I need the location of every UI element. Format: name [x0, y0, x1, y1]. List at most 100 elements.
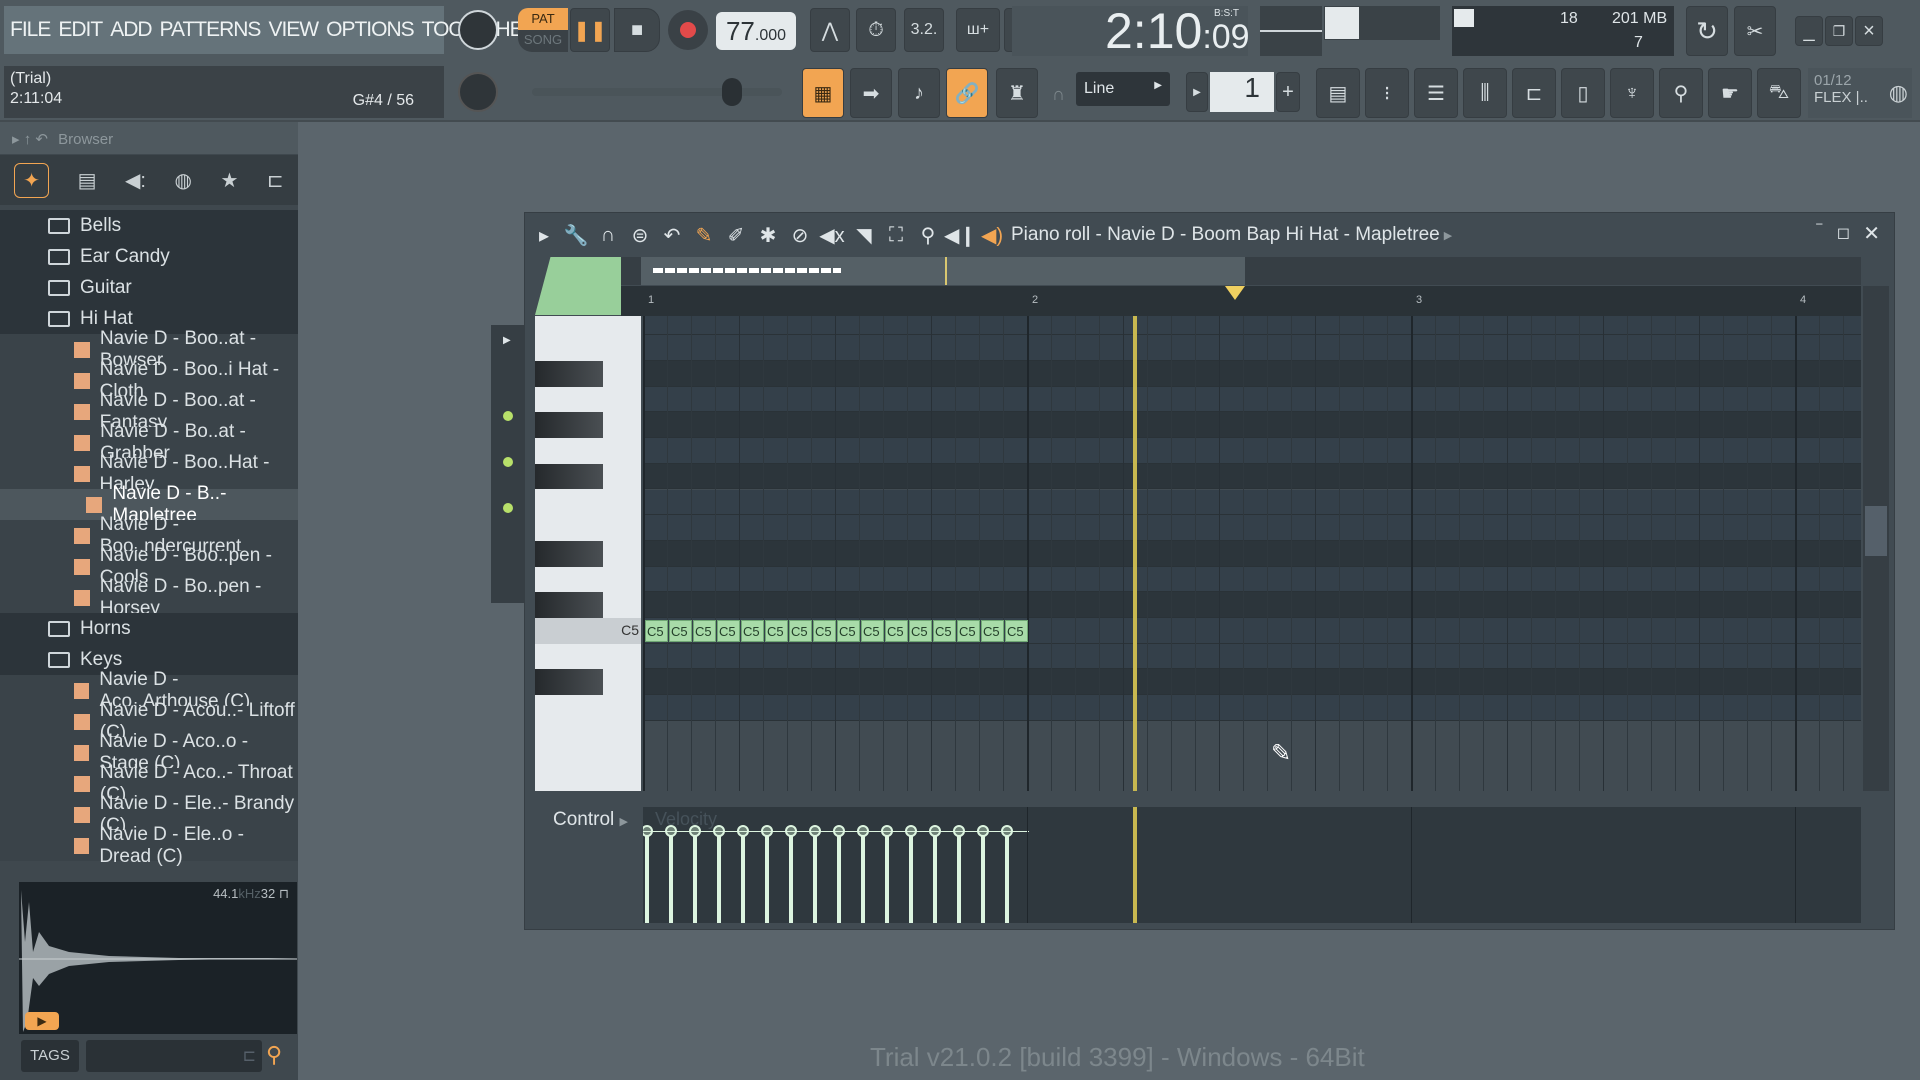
pat-song-toggle[interactable]: PAT SONG — [518, 8, 568, 52]
search-icon[interactable]: ⚲ — [266, 1042, 282, 1068]
tags-button[interactable]: TAGS — [21, 1040, 79, 1072]
time-ruler[interactable]: 1 2 3 4 — [621, 286, 1861, 316]
overview-scrollbar[interactable] — [621, 257, 1861, 285]
help-lamp-button[interactable]: ⚲ — [1659, 68, 1703, 118]
favorites-tab-icon[interactable]: ★ — [220, 168, 238, 193]
note[interactable]: C5 — [981, 620, 1004, 642]
song-mode[interactable]: SONG — [518, 30, 568, 50]
typing-keyboard-button[interactable]: ♪ — [898, 68, 940, 118]
plugin-picker-button[interactable]: ⊏ — [1512, 68, 1556, 118]
step-sequencer-button[interactable]: ➡ — [850, 68, 892, 118]
plugin-database-button[interactable]: ♆ — [1610, 68, 1654, 118]
playback-icon[interactable]: ◀❙ — [944, 222, 976, 248]
menu-add[interactable]: ADD — [110, 18, 152, 42]
velocity-bar[interactable] — [789, 832, 793, 923]
piano-keyboard[interactable]: C5 — [535, 316, 641, 791]
online-tab-icon[interactable]: ◍ — [174, 168, 191, 193]
slider-thumb[interactable] — [722, 78, 742, 106]
link-button[interactable]: 🔗 — [946, 68, 988, 118]
velocity-bar[interactable] — [669, 832, 673, 923]
velocity-bar[interactable] — [741, 832, 745, 923]
pattern-prev-button[interactable]: ▶ — [1186, 72, 1208, 112]
sample-preview[interactable]: 44.1kHz32 ⊓ ▶ — [19, 882, 297, 1034]
cart-button[interactable]: ⛍ — [1757, 68, 1801, 118]
scroll-thumb[interactable] — [1865, 506, 1887, 556]
news-panel[interactable]: 01/12 FLEX |.. ◍ — [1808, 68, 1912, 118]
event-editor-label[interactable]: Control ▶ — [553, 809, 628, 831]
pattern-selector[interactable]: 1 — [1210, 72, 1274, 112]
pr-minimize-button[interactable]: ‾ — [1817, 223, 1822, 241]
master-pitch-knob[interactable] — [458, 72, 498, 112]
add-pattern-button[interactable]: + — [1276, 72, 1300, 112]
blend-notes-button[interactable]: ♜ — [996, 68, 1038, 118]
playhead-marker[interactable] — [1225, 286, 1245, 300]
undo-icon[interactable]: ↶ — [659, 222, 685, 248]
note[interactable]: C5 — [861, 620, 884, 642]
black-key[interactable] — [535, 540, 603, 567]
browser-folder[interactable]: Guitar — [0, 272, 298, 303]
menu-file[interactable]: FILE — [10, 18, 51, 42]
mute-tool-icon[interactable]: ⊘ — [787, 222, 813, 248]
black-key[interactable] — [535, 361, 603, 387]
zoom-icon[interactable]: ⚲ — [915, 222, 941, 248]
options-arrow-icon[interactable]: ▸ — [531, 222, 557, 248]
browser-sample[interactable]: Navie D - Bo..pen - Horsey — [0, 576, 298, 619]
all-tab-icon[interactable]: ✦ — [14, 162, 50, 198]
key-c5[interactable]: C5 — [535, 618, 641, 644]
browser-folder[interactable]: Bells — [0, 210, 298, 241]
metronome-button[interactable]: ⋀ — [810, 8, 850, 52]
slip-icon[interactable]: ◀x — [819, 222, 845, 248]
note[interactable]: C5 — [909, 620, 932, 642]
velocity-editor[interactable]: Velocity — [643, 807, 1861, 923]
pencil-icon[interactable]: ✎ — [691, 222, 717, 248]
velocity-bar[interactable] — [933, 832, 937, 923]
cut-tool-button[interactable]: ✂ — [1734, 6, 1776, 56]
files-tab-icon[interactable]: ▤ — [78, 168, 97, 193]
master-pitch-slider[interactable] — [532, 78, 782, 106]
black-key[interactable] — [535, 412, 603, 439]
pr-close-button[interactable]: ✕ — [1863, 221, 1880, 246]
playlist-button[interactable]: ▤ — [1316, 68, 1360, 118]
note-grid[interactable]: C5 C5 C5 C5 C5 C5 C5 C5 C5 C5 C5 C5 C5 C5 C5 C5 ✎ — [643, 316, 1861, 791]
mixer-list-button[interactable]: ☰ — [1414, 68, 1458, 118]
velocity-bar[interactable] — [717, 832, 721, 923]
note[interactable]: C5 — [885, 620, 908, 642]
pause-button[interactable]: ❚❚ — [570, 8, 610, 52]
countdown-button[interactable]: 3.2. — [904, 8, 944, 52]
close-button[interactable]: × — [1855, 16, 1883, 46]
stop-button[interactable]: ■ — [614, 8, 660, 52]
velocity-bar[interactable] — [861, 832, 865, 923]
select-icon[interactable]: ⛶ — [883, 222, 909, 248]
menu-edit[interactable]: EDIT — [58, 18, 103, 42]
record-button[interactable] — [668, 10, 708, 50]
pat-mode[interactable]: PAT — [518, 8, 568, 30]
snap-select[interactable]: Line ▶ — [1076, 72, 1170, 106]
note[interactable]: C5 — [813, 620, 836, 642]
browser-folder[interactable]: Horns — [0, 613, 298, 644]
note[interactable]: C5 — [645, 620, 668, 642]
wrench-icon[interactable]: 🔧 — [563, 222, 589, 248]
plugins-tab-icon[interactable]: ◀: — [125, 168, 146, 193]
note[interactable]: C5 — [789, 620, 812, 642]
velocity-bar[interactable] — [765, 832, 769, 923]
piano-roll-button[interactable]: ▦ — [802, 68, 844, 118]
note[interactable]: C5 — [933, 620, 956, 642]
velocity-bar[interactable] — [813, 832, 817, 923]
magnet-icon[interactable]: ∩ — [595, 222, 621, 248]
velocity-bar[interactable] — [837, 832, 841, 923]
note[interactable]: C5 — [693, 620, 716, 642]
step-edit-button[interactable]: ш+ — [956, 8, 1000, 52]
title-arrow-icon[interactable]: ▶ — [1444, 229, 1452, 242]
master-volume-knob[interactable] — [458, 10, 498, 50]
black-key[interactable] — [535, 592, 603, 618]
play-preview-button[interactable]: ▶ — [25, 1012, 59, 1030]
pr-maximize-button[interactable]: ◻ — [1837, 223, 1850, 243]
piano-roll-titlebar[interactable]: ▸ 🔧 ∩ ⊜ ↶ ✎ ✐ ✱ ⊘ ◀x ◥ ⛶ ⚲ ◀❙ ◀) Piano r… — [525, 213, 1894, 257]
delete-icon[interactable]: ✱ — [755, 222, 781, 248]
channel-rack-button[interactable]: ⁝ — [1365, 68, 1409, 118]
note[interactable]: C5 — [669, 620, 692, 642]
vertical-scrollbar[interactable] — [1863, 286, 1889, 791]
velocity-bar[interactable] — [909, 832, 913, 923]
velocity-bar[interactable] — [645, 832, 649, 923]
menu-patterns[interactable]: PATTERNS — [160, 18, 262, 42]
